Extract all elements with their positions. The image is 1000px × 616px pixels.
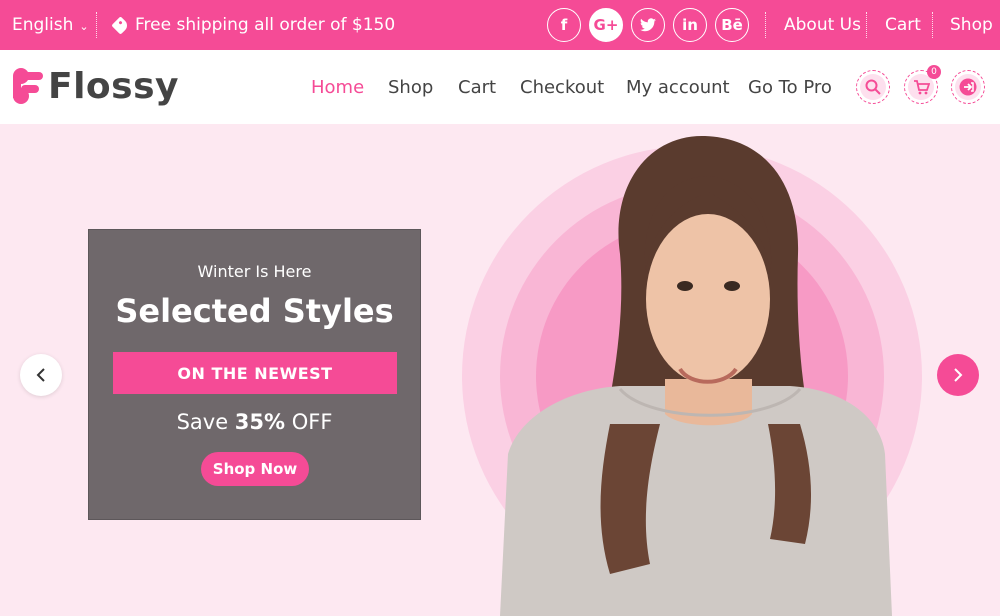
tag-icon [111, 15, 130, 35]
behance-icon[interactable]: Bē [715, 8, 749, 42]
divider [932, 12, 933, 38]
promo-card: Winter Is Here Selected Styles ON THE NE… [88, 229, 421, 520]
logo[interactable]: Flossy [12, 66, 179, 107]
top-link-about-us[interactable]: About Us [784, 0, 861, 50]
hero-slider: Winter Is Here Selected Styles ON THE NE… [0, 124, 1000, 616]
shipping-text: Free shipping all order of $150 [135, 15, 396, 35]
facebook-icon[interactable]: f [547, 8, 581, 42]
chevron-right-icon [954, 368, 963, 382]
divider [765, 12, 766, 38]
slider-next-button[interactable] [937, 354, 979, 396]
nav-item-home[interactable]: Home [311, 77, 364, 98]
top-bar: English ⌄ Free shipping all order of $15… [0, 0, 1000, 50]
top-link-label: Shop [950, 15, 993, 35]
shop-now-button[interactable]: Shop Now [201, 452, 309, 486]
language-label: English [12, 15, 74, 35]
promo-discount: Save 35% OFF [89, 410, 420, 434]
main-header: Flossy Home Shop Cart Checkout My accoun… [0, 50, 1000, 124]
save-suffix: OFF [291, 410, 333, 434]
search-button[interactable] [856, 70, 890, 104]
search-icon [865, 79, 881, 95]
twitter-icon[interactable] [631, 8, 665, 42]
linkedin-icon[interactable]: in [673, 8, 707, 42]
top-link-cart[interactable]: Cart [885, 0, 921, 50]
promo-title: Selected Styles [115, 292, 394, 330]
nav-item-go-to-pro[interactable]: Go To Pro [748, 77, 832, 98]
google-plus-icon[interactable]: G+ [589, 8, 623, 42]
login-icon [959, 78, 977, 96]
logo-text: Flossy [48, 66, 179, 107]
social-links: f G+ in Bē [547, 8, 749, 42]
nav-item-shop[interactable]: Shop [388, 77, 433, 98]
cart-icon [913, 79, 930, 94]
save-amount: 35% [234, 410, 286, 434]
top-link-label: About Us [784, 15, 861, 35]
promo-banner: ON THE NEWEST [113, 352, 397, 394]
login-button[interactable] [951, 70, 985, 104]
divider [96, 12, 97, 38]
top-link-label: Cart [885, 15, 921, 35]
nav-item-cart[interactable]: Cart [458, 77, 496, 98]
language-selector[interactable]: English ⌄ [12, 0, 89, 50]
divider [866, 12, 867, 38]
promo-eyebrow: Winter Is Here [197, 262, 312, 281]
slider-prev-button[interactable] [20, 354, 62, 396]
cart-count-badge: 0 [927, 65, 941, 79]
save-prefix: Save [176, 410, 229, 434]
nav-item-checkout[interactable]: Checkout [520, 77, 604, 98]
top-link-shop[interactable]: Shop [950, 0, 993, 50]
shipping-notice: Free shipping all order of $150 [111, 0, 396, 50]
chevron-left-icon [36, 368, 45, 382]
logo-icon [13, 67, 43, 104]
model-image [500, 135, 892, 616]
cart-button[interactable]: 0 [904, 65, 941, 104]
chevron-down-icon: ⌄ [79, 19, 89, 33]
nav-item-my-account[interactable]: My account [626, 77, 730, 98]
